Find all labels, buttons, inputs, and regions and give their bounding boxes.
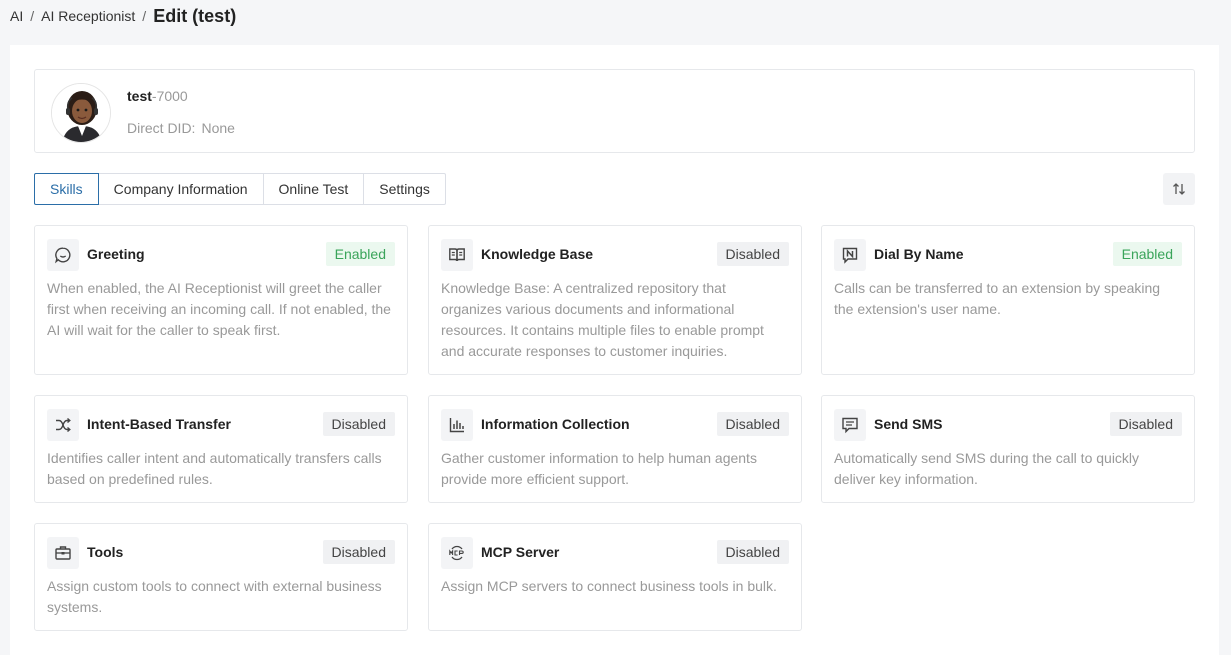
tab-bar: Skills Company Information Online Test S… [34,173,446,205]
chat-bubble-icon [55,247,71,264]
skill-icon-box [47,409,79,441]
skill-card-tools[interactable]: Tools Disabled Assign custom tools to co… [34,523,408,631]
message-icon [842,417,858,434]
skill-card-information-collection[interactable]: Information Collection Disabled Gather c… [428,395,802,503]
main-panel: test-7000 Direct DID: None Skills Company… [10,45,1219,655]
skill-title: Tools [87,544,124,560]
direct-did: Direct DID: None [127,120,235,136]
breadcrumb-item-ai[interactable]: AI [10,8,23,24]
status-badge: Disabled [322,412,395,436]
skill-description: Knowledge Base: A centralized repository… [441,280,764,359]
receptionist-name-text: test [127,88,152,104]
status-badge: Disabled [322,540,395,564]
direct-did-value: None [201,120,235,136]
status-badge: Disabled [716,242,789,266]
skill-icon-box [441,537,473,569]
skill-icon-box [47,239,79,271]
tab-online-test[interactable]: Online Test [262,173,365,205]
status-badge: Enabled [325,242,395,266]
skill-title: Information Collection [481,416,630,432]
status-badge: Disabled [1109,412,1182,436]
skill-card-intent-based-transfer[interactable]: Intent-Based Transfer Disabled Identifie… [34,395,408,503]
status-badge: Enabled [1112,242,1182,266]
tab-settings[interactable]: Settings [363,173,446,205]
skill-icon-box [834,239,866,271]
name-badge-icon [842,247,858,264]
skill-icon-box [441,239,473,271]
skill-description: When enabled, the AI Receptionist will g… [47,280,391,338]
direct-did-label: Direct DID: [127,120,196,136]
skill-description: Automatically send SMS during the call t… [834,450,1140,487]
status-badge: Disabled [716,540,789,564]
sort-icon [1173,183,1185,195]
skill-title: MCP Server [481,544,560,560]
skill-description: Gather customer information to help huma… [441,450,757,487]
breadcrumb-item-ai-receptionist[interactable]: AI Receptionist [41,8,135,24]
skill-icon-box [47,537,79,569]
skill-description: Assign MCP servers to connect business t… [441,578,777,594]
skill-title: Dial By Name [874,246,964,262]
skill-icon-box [441,409,473,441]
tab-skills[interactable]: Skills [34,173,99,205]
breadcrumb-separator: / [30,8,35,24]
page-title: Edit (test) [153,5,237,26]
receptionist-name: test-7000 [127,88,188,104]
skill-title: Send SMS [874,416,943,432]
receptionist-avatar-icon [52,84,110,142]
sort-button[interactable] [1163,173,1195,205]
receptionist-profile-card: test-7000 Direct DID: None [34,69,1195,153]
breadcrumb: AI / AI Receptionist / Edit (test) [10,5,236,27]
toolbox-icon [55,546,71,560]
skill-card-greeting[interactable]: Greeting Enabled When enabled, the AI Re… [34,225,408,375]
skill-description: Calls can be transferred to an extension… [834,280,1161,317]
skill-description: Assign custom tools to connect with exte… [47,578,382,615]
skill-card-mcp-server[interactable]: MCP Server Disabled Assign MCP servers t… [428,523,802,631]
book-icon [449,248,465,262]
mcp-icon [449,545,464,561]
skill-card-dial-by-name[interactable]: Dial By Name Enabled Calls can be transf… [821,225,1195,375]
skill-title: Greeting [87,246,145,262]
breadcrumb-separator: / [142,8,147,24]
skill-title: Knowledge Base [481,246,594,262]
skill-card-send-sms[interactable]: Send SMS Disabled Automatically send SMS… [821,395,1195,503]
skill-title: Intent-Based Transfer [87,416,231,432]
shuffle-icon [56,417,71,433]
receptionist-extension: -7000 [151,88,188,104]
tab-company-information[interactable]: Company Information [97,173,264,205]
skill-description: Identifies caller intent and automatical… [47,450,382,487]
avatar [51,83,111,143]
skill-card-knowledge-base[interactable]: Knowledge Base Disabled Knowledge Base: … [428,225,802,375]
skill-icon-box [834,409,866,441]
skills-grid: Greeting Enabled When enabled, the AI Re… [34,225,1195,645]
bar-chart-icon [449,418,464,433]
status-badge: Disabled [716,412,789,436]
